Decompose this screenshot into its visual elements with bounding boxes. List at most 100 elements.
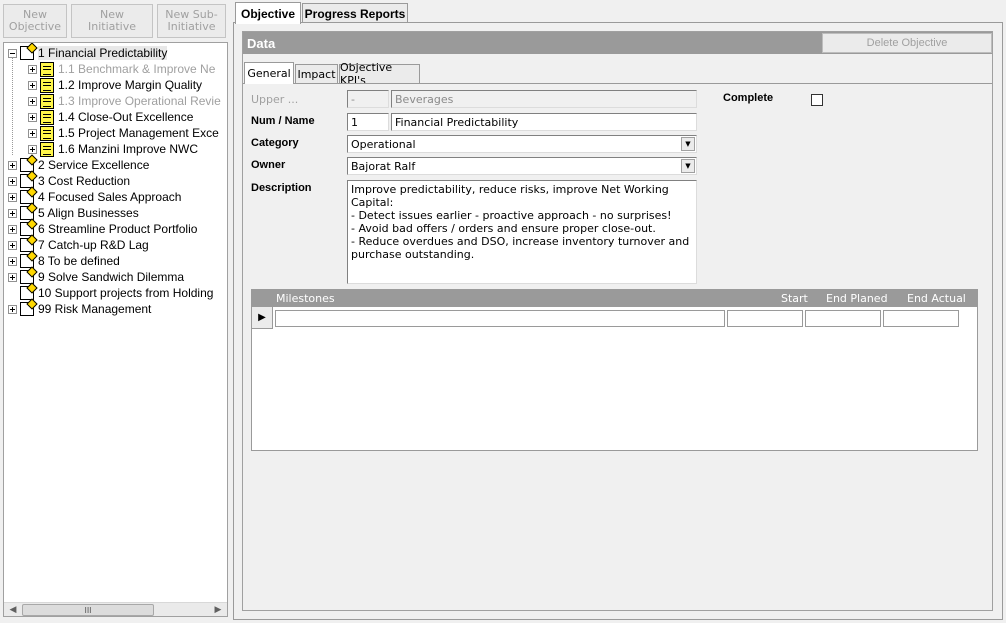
tree-item[interactable]: 3 Cost Reduction bbox=[8, 173, 130, 189]
name-value: Financial Predictability bbox=[395, 116, 519, 129]
expand-icon[interactable] bbox=[8, 304, 17, 314]
tree-item-label: 10 Support projects from Holding bbox=[38, 286, 214, 300]
tab-general-label: General bbox=[247, 67, 291, 80]
tree-item[interactable]: 1.2 Improve Margin Quality bbox=[28, 77, 202, 93]
delete-objective-button[interactable]: Delete Objective bbox=[822, 33, 992, 53]
tree-item[interactable]: 4 Focused Sales Approach bbox=[8, 189, 181, 205]
col-end-actual: End Actual bbox=[907, 292, 966, 305]
new-initiative-button[interactable]: New Initiative bbox=[71, 4, 153, 38]
owner-value: Bajorat Ralf bbox=[351, 160, 416, 173]
milestone-cell[interactable] bbox=[275, 310, 725, 327]
tree-item-label: 9 Solve Sandwich Dilemma bbox=[38, 270, 185, 284]
chevron-down-icon[interactable]: ▼ bbox=[681, 159, 695, 173]
expand-icon[interactable] bbox=[28, 128, 37, 138]
start-cell[interactable] bbox=[727, 310, 803, 327]
owner-label: Owner bbox=[251, 159, 286, 171]
num-name-label: Num / Name bbox=[251, 115, 315, 127]
expand-icon[interactable] bbox=[28, 112, 37, 122]
end-actual-cell[interactable] bbox=[883, 310, 959, 327]
expand-icon[interactable] bbox=[8, 240, 17, 250]
description-label: Description bbox=[251, 182, 312, 194]
upper-name-field: Beverages bbox=[391, 90, 697, 108]
objective-tree[interactable]: 1 Financial Predictability 1.1 Benchmark … bbox=[3, 42, 228, 617]
tree-content: 1 Financial Predictability 1.1 Benchmark … bbox=[4, 43, 226, 603]
tree-item-label: 3 Cost Reduction bbox=[38, 174, 131, 188]
expand-icon[interactable] bbox=[8, 256, 17, 266]
milestones-grid: Milestones Start End Planed End Actual ▶ bbox=[251, 289, 978, 451]
tree-connector bbox=[12, 57, 13, 155]
tree-item[interactable]: 7 Catch-up R&D Lag bbox=[8, 237, 149, 253]
new-objective-button[interactable]: New Objective bbox=[3, 4, 67, 38]
end-planned-cell[interactable] bbox=[805, 310, 881, 327]
upper-label: Upper ... bbox=[251, 93, 299, 106]
expand-icon[interactable] bbox=[28, 80, 37, 90]
tab-impact[interactable]: Impact bbox=[295, 64, 338, 83]
description-textarea[interactable]: Improve predictability, reduce risks, im… bbox=[347, 180, 697, 284]
tree-item[interactable]: 10 Support projects from Holding bbox=[8, 285, 213, 301]
tree-item[interactable]: 2 Service Excellence bbox=[8, 157, 149, 173]
scroll-thumb[interactable]: III bbox=[22, 604, 154, 616]
tree-item[interactable]: 99 Risk Management bbox=[8, 301, 151, 317]
tab-general[interactable]: General bbox=[244, 62, 294, 84]
new-sub-initiative-button[interactable]: New Sub-Initiative bbox=[157, 4, 226, 38]
scroll-right-icon[interactable]: ▶ bbox=[211, 603, 225, 616]
initiative-icon bbox=[40, 109, 54, 125]
objective-icon bbox=[20, 46, 34, 60]
data-panel: Data Delete Objective General Impact Obj… bbox=[242, 31, 993, 611]
scroll-left-icon[interactable]: ◀ bbox=[6, 603, 20, 616]
expand-icon[interactable] bbox=[28, 144, 37, 154]
tree-item[interactable]: 1.1 Benchmark & Improve Ne bbox=[28, 61, 215, 77]
initiative-icon bbox=[40, 61, 54, 77]
initiative-icon bbox=[40, 141, 54, 157]
initiative-icon bbox=[40, 93, 54, 109]
tab-objective[interactable]: Objective bbox=[235, 2, 301, 24]
expand-icon[interactable] bbox=[8, 272, 17, 282]
col-start: Start bbox=[781, 292, 808, 305]
tree-item-label: 4 Focused Sales Approach bbox=[38, 190, 182, 204]
row-selector[interactable]: ▶ bbox=[252, 307, 273, 329]
milestones-header: Milestones Start End Planed End Actual bbox=[252, 290, 977, 307]
tab-impact-label: Impact bbox=[297, 67, 336, 81]
upper-name-value: Beverages bbox=[395, 93, 454, 106]
tree-item[interactable]: 5 Align Businesses bbox=[8, 205, 139, 221]
tree-item[interactable]: 6 Streamline Product Portfolio bbox=[8, 221, 197, 237]
initiative-icon bbox=[40, 125, 54, 141]
upper-code-field: - bbox=[347, 90, 389, 108]
tab-objective-kpis[interactable]: Objective KPI's bbox=[339, 61, 420, 87]
tree-item[interactable]: 9 Solve Sandwich Dilemma bbox=[8, 269, 184, 285]
data-panel-header: Data Delete Objective bbox=[243, 32, 992, 54]
num-value: 1 bbox=[351, 116, 358, 129]
tree-item[interactable]: 1.6 Manzini Improve NWC bbox=[28, 141, 198, 157]
expand-icon[interactable] bbox=[8, 208, 17, 218]
new-sub-initiative-label: New Sub-Initiative bbox=[165, 8, 218, 33]
tree-item-label: 1.6 Manzini Improve NWC bbox=[58, 142, 199, 156]
tree-item[interactable]: 1.3 Improve Operational Revie bbox=[28, 93, 221, 109]
expand-icon[interactable] bbox=[28, 64, 37, 74]
name-field[interactable]: Financial Predictability bbox=[391, 113, 697, 131]
tree-horizontal-scrollbar[interactable]: ◀ III ▶ bbox=[4, 602, 227, 616]
owner-select[interactable]: Bajorat Ralf ▼ bbox=[347, 157, 697, 175]
expand-icon[interactable] bbox=[8, 160, 17, 170]
chevron-down-icon[interactable]: ▼ bbox=[681, 137, 695, 151]
col-end-planned: End Planed bbox=[826, 292, 888, 305]
tree-item[interactable]: 1 Financial Predictability bbox=[8, 45, 168, 61]
complete-checkbox[interactable] bbox=[811, 94, 823, 106]
category-value: Operational bbox=[351, 138, 416, 151]
tree-item-label: 1.3 Improve Operational Revie bbox=[58, 94, 221, 108]
expand-icon[interactable] bbox=[28, 96, 37, 106]
tab-progress-reports[interactable]: Progress Reports bbox=[302, 3, 408, 23]
tree-item-label: 1.4 Close-Out Excellence bbox=[58, 110, 194, 124]
delete-objective-label: Delete Objective bbox=[866, 37, 948, 49]
tree-item[interactable]: 1.4 Close-Out Excellence bbox=[28, 109, 193, 125]
expand-icon[interactable] bbox=[8, 192, 17, 202]
tree-item[interactable]: 8 To be defined bbox=[8, 253, 120, 269]
tree-item-label: 6 Streamline Product Portfolio bbox=[38, 222, 198, 236]
num-field[interactable]: 1 bbox=[347, 113, 389, 131]
expand-icon[interactable] bbox=[8, 176, 17, 186]
tree-item[interactable]: 1.5 Project Management Exce bbox=[28, 125, 219, 141]
expand-icon[interactable] bbox=[8, 224, 17, 234]
category-select[interactable]: Operational ▼ bbox=[347, 135, 697, 153]
current-row-icon: ▶ bbox=[258, 312, 266, 323]
col-milestones: Milestones bbox=[276, 292, 335, 305]
new-initiative-label: New Initiative bbox=[87, 8, 137, 33]
